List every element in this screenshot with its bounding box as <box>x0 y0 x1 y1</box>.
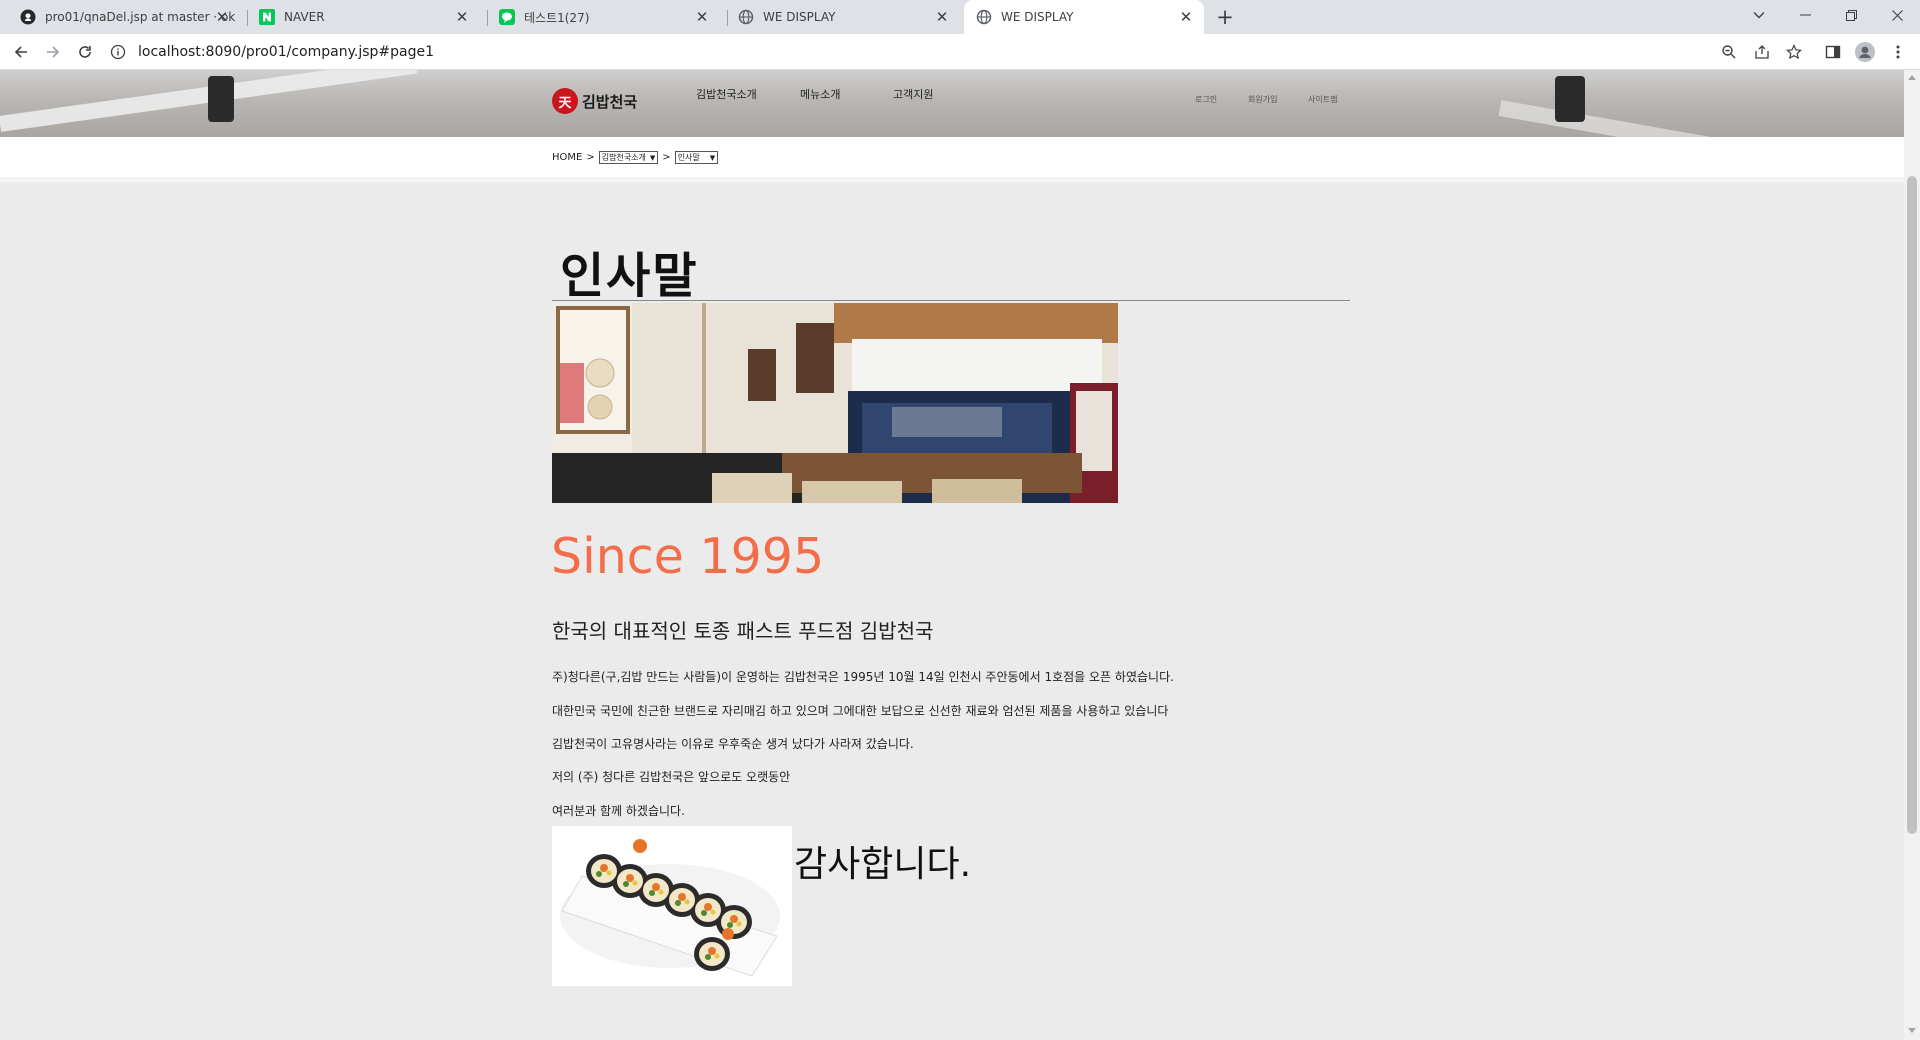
new-tab-button[interactable]: + <box>1213 6 1237 28</box>
tab-we-display-active[interactable]: WE DISPLAY ✕ <box>964 0 1204 34</box>
header-background-lamp <box>1555 76 1585 122</box>
chevron-down-icon: ▼ <box>709 153 716 162</box>
star-icon <box>1786 44 1802 60</box>
naver-icon <box>259 9 275 25</box>
scroll-up-icon[interactable] <box>1908 75 1916 80</box>
close-tab-icon[interactable]: ✕ <box>694 9 710 25</box>
close-tab-icon[interactable]: ✕ <box>1178 9 1194 25</box>
intro-paragraph: 저의 (주) 청다른 김밥천국은 앞으로도 오랫동안 <box>552 770 791 784</box>
intro-paragraph: 주)청다른(구,김밥 만드는 사람들)이 운영하는 김밥천국은 1995년 10… <box>552 670 1174 684</box>
breadcrumb-home[interactable]: HOME <box>552 152 582 163</box>
tab-chat[interactable]: 테스트1(27) ✕ <box>480 0 720 34</box>
menu-button[interactable] <box>1888 42 1908 62</box>
site-header: 天 김밥천국 김밥천국소개 메뉴소개 고객지원 로그인 회원가입 사이트맵 <box>0 70 1904 137</box>
scrollbar-thumb[interactable] <box>1907 176 1917 834</box>
tab-naver[interactable]: NAVER ✕ <box>240 0 480 34</box>
close-window-button[interactable] <box>1874 0 1920 30</box>
title-divider <box>552 300 1350 301</box>
side-panel-icon <box>1825 45 1841 59</box>
close-tab-icon[interactable]: ✕ <box>934 9 950 25</box>
tab-title: 테스트1(27) <box>524 10 590 25</box>
side-panel-button[interactable] <box>1823 42 1843 62</box>
category-select[interactable]: 김밥천국소개 ▼ <box>598 151 659 164</box>
forward-arrow-icon <box>47 46 60 58</box>
site-info-icon[interactable] <box>110 44 126 60</box>
thanks-text: 감사합니다. <box>794 844 972 885</box>
reload-icon <box>79 46 91 58</box>
forward-button[interactable] <box>42 41 64 63</box>
page-scrollbar[interactable] <box>1904 70 1920 1040</box>
tab-search-button[interactable] <box>1736 0 1782 30</box>
scroll-down-icon[interactable] <box>1908 1028 1916 1033</box>
globe-icon <box>976 9 992 25</box>
tab-strip: pro01/qnaDel.jsp at master · ok ✕ NAVER … <box>0 0 1920 34</box>
close-icon <box>1891 9 1903 21</box>
breadcrumb: HOME > 김밥천국소개 ▼ > 인사말 ▼ <box>552 151 722 164</box>
restore-button[interactable] <box>1828 0 1874 30</box>
github-icon <box>20 9 36 25</box>
restaurant-interior-image <box>552 303 1118 503</box>
subtitle: 한국의 대표적인 토종 패스트 푸드점 김밥천국 <box>552 619 934 643</box>
more-vert-icon <box>1896 45 1900 59</box>
breadcrumb-separator: > <box>586 152 595 163</box>
subpage-select[interactable]: 인사말 ▼ <box>674 151 719 164</box>
nav-item-about[interactable]: 김밥천국소개 <box>696 86 757 102</box>
intro-paragraph: 김밥천국이 고유명사라는 이유로 우후죽순 생겨 났다가 사라져 갔습니다. <box>552 737 914 751</box>
intro-paragraph: 여러분과 함께 하겠습니다. <box>552 804 685 818</box>
close-tab-icon[interactable]: ✕ <box>454 9 470 25</box>
close-tab-icon[interactable]: ✕ <box>214 9 230 25</box>
reload-button[interactable] <box>74 41 96 63</box>
header-background-lamp <box>208 76 234 122</box>
signup-link[interactable]: 회원가입 <box>1248 94 1277 105</box>
chevron-down-icon <box>1753 12 1765 19</box>
share-icon <box>1755 45 1769 59</box>
subpage-select-value: 인사말 <box>677 153 700 162</box>
address-bar[interactable]: localhost:8090/pro01/company.jsp#page1 <box>110 39 1810 65</box>
login-link[interactable]: 로그인 <box>1195 94 1217 105</box>
breadcrumb-separator: > <box>662 152 671 163</box>
intro-paragraph: 대한민국 국민에 친근한 브랜드로 자리매김 하고 있으며 그에대한 보답으로 … <box>552 704 1169 718</box>
globe-icon <box>738 9 754 25</box>
logo-text: 김밥천국 <box>582 92 638 111</box>
page-viewport: 天 김밥천국 김밥천국소개 메뉴소개 고객지원 로그인 회원가입 사이트맵 HO… <box>0 70 1904 1040</box>
tab-we-display[interactable]: WE DISPLAY ✕ <box>720 0 960 34</box>
profile-button[interactable] <box>1855 42 1875 62</box>
tab-title: WE DISPLAY <box>763 10 836 24</box>
restore-icon <box>1845 9 1857 21</box>
nav-item-support[interactable]: 고객지원 <box>893 86 933 102</box>
bookmark-button[interactable] <box>1784 42 1804 62</box>
tab-title: NAVER <box>284 10 325 24</box>
address-toolbar: localhost:8090/pro01/company.jsp#page1 <box>0 34 1920 70</box>
kimbap-image <box>552 826 792 986</box>
sitemap-link[interactable]: 사이트맵 <box>1308 94 1337 105</box>
url-text: localhost:8090/pro01/company.jsp#page1 <box>138 44 434 60</box>
since-heading: Since 1995 <box>551 528 825 585</box>
back-arrow-icon <box>14 46 27 58</box>
category-select-value: 김밥천국소개 <box>601 153 646 162</box>
zoom-button[interactable] <box>1719 42 1739 62</box>
chat-icon <box>499 9 515 25</box>
avatar-icon <box>1855 42 1875 62</box>
minimize-button[interactable] <box>1782 0 1828 30</box>
site-logo[interactable]: 天 김밥천국 <box>552 88 637 114</box>
breadcrumb-bar: HOME > 김밥천국소개 ▼ > 인사말 ▼ <box>0 137 1904 182</box>
minimize-icon <box>1799 14 1811 16</box>
tab-title: pro01/qnaDel.jsp at master · ok <box>45 10 236 24</box>
tab-github[interactable]: pro01/qnaDel.jsp at master · ok ✕ <box>0 0 240 34</box>
logo-mark: 天 <box>552 88 578 114</box>
tab-title: WE DISPLAY <box>1001 10 1074 24</box>
back-button[interactable] <box>10 41 32 63</box>
zoom-icon <box>1722 45 1736 59</box>
share-button[interactable] <box>1752 42 1772 62</box>
chevron-down-icon: ▼ <box>649 153 656 162</box>
nav-item-menu[interactable]: 메뉴소개 <box>800 86 840 102</box>
page-title: 인사말 <box>560 248 699 304</box>
